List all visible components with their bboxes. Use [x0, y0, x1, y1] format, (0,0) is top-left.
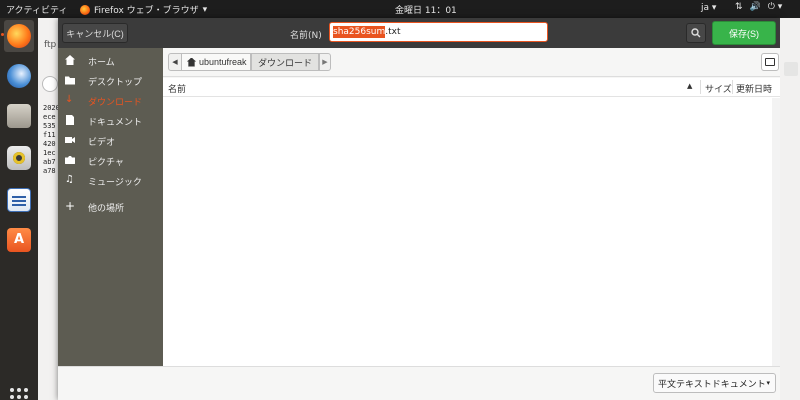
filename-input[interactable]: sha256sum .txt: [329, 22, 548, 42]
home-icon: [65, 55, 75, 65]
path-scroll-right-button[interactable]: ▶: [319, 53, 331, 71]
running-indicator: [1, 33, 4, 36]
column-header-row: 名前 ▲ サイズ 更新日時: [163, 78, 780, 97]
sidebar-item-label: 他の場所: [88, 204, 125, 214]
writer-icon: [7, 188, 31, 212]
files-icon: [7, 104, 31, 128]
show-applications-icon[interactable]: [10, 388, 28, 400]
dock-item-software[interactable]: [4, 224, 34, 256]
new-folder-icon: [765, 58, 775, 66]
search-icon: [691, 28, 701, 38]
app-menu-label: Firefox ウェブ・ブラウザ: [94, 6, 199, 16]
sidebar-item-downloads[interactable]: ↓ ダウンロード: [58, 90, 163, 110]
search-button[interactable]: [686, 23, 706, 43]
menu-icon[interactable]: [784, 62, 798, 76]
clock[interactable]: 金曜日 11：01: [395, 3, 457, 16]
filename-label: 名前(N): [290, 31, 322, 41]
column-header-size[interactable]: サイズ: [705, 82, 732, 95]
chevron-down-icon: ▾: [766, 379, 770, 387]
power-icon: ⏻ ▾: [767, 2, 783, 12]
file-list[interactable]: 名前 ▲ サイズ 更新日時: [163, 78, 780, 366]
breadcrumb-home[interactable]: ubuntufreak: [181, 53, 251, 71]
sidebar-item-label: ミュージック: [88, 178, 142, 188]
home-icon: [187, 57, 196, 67]
browser-tab-text: ftp: [44, 40, 57, 50]
dock-item-writer[interactable]: [4, 184, 34, 216]
cancel-button[interactable]: キャンセル(C): [62, 23, 128, 43]
sidebar-item-label: デスクトップ: [88, 78, 143, 88]
file-type-filter-select[interactable]: 平文テキストドキュメント ▾: [653, 373, 776, 393]
column-divider[interactable]: [700, 80, 701, 94]
system-tray[interactable]: ⇅ 🔊 ⏻ ▾: [735, 2, 782, 12]
dock-item-thunderbird[interactable]: [4, 60, 34, 92]
volume-icon: 🔊: [749, 2, 761, 12]
file-type-filter-value: 平文テキストドキュメント: [658, 379, 766, 390]
chevron-down-icon: ▾: [202, 4, 208, 15]
sidebar-item-pictures[interactable]: ピクチャ: [58, 150, 163, 170]
thunderbird-icon: [7, 64, 31, 88]
sidebar-item-label: ピクチャ: [88, 158, 124, 168]
dialog-footer: 平文テキストドキュメント ▾: [58, 366, 780, 400]
camera-icon: [65, 156, 75, 164]
places-sidebar: ホーム デスクトップ ↓ ダウンロード ドキュメント ビデオ ピクチャ ♫ ミュ…: [58, 48, 163, 366]
firefox-icon: [7, 24, 31, 48]
activities-button[interactable]: アクティビティ: [6, 3, 67, 16]
dock: [0, 18, 38, 400]
download-icon: ↓: [65, 94, 74, 105]
sort-ascending-icon: ▲: [687, 82, 693, 90]
plus-icon: +: [65, 199, 76, 213]
firefox-icon: [80, 4, 90, 15]
save-file-dialog: キャンセル(C) 名前(N) sha256sum .txt 保存(S) ホーム …: [58, 18, 780, 400]
column-header-modified[interactable]: 更新日時: [736, 82, 772, 95]
sidebar-item-videos[interactable]: ビデオ: [58, 130, 163, 150]
filename-selected-text: sha256sum: [333, 26, 386, 38]
sidebar-item-label: ドキュメント: [88, 118, 143, 128]
sidebar-item-label: ビデオ: [88, 138, 116, 148]
dock-item-rhythmbox[interactable]: [4, 142, 34, 174]
breadcrumb-downloads[interactable]: ダウンロード: [251, 53, 319, 71]
file-list-scrollbar[interactable]: [772, 98, 780, 366]
network-icon: ⇅: [735, 2, 743, 12]
background-window-edge: [780, 18, 800, 400]
dialog-headerbar: キャンセル(C) 名前(N) sha256sum .txt 保存(S): [58, 18, 780, 48]
desktop-icon: [65, 76, 75, 85]
document-icon: [66, 115, 74, 125]
filename-extension: .txt: [385, 27, 401, 37]
create-folder-button[interactable]: [761, 53, 779, 71]
sidebar-item-label: ホーム: [88, 58, 115, 68]
top-panel: アクティビティ Firefox ウェブ・ブラウザ ▾ 金曜日 11：01 ja …: [0, 0, 800, 18]
sidebar-item-music[interactable]: ♫ ミュージック: [58, 170, 163, 190]
rhythmbox-icon: [7, 146, 31, 170]
background-browser-window: ftp 2020 ece 535 f11 420 1ec ab7 a78: [38, 18, 60, 400]
sidebar-item-desktop[interactable]: デスクトップ: [58, 70, 163, 90]
sidebar-item-other-locations[interactable]: + 他の場所: [58, 196, 163, 216]
column-header-name[interactable]: 名前: [168, 82, 186, 95]
video-icon: [65, 137, 75, 143]
save-button[interactable]: 保存(S): [712, 21, 776, 45]
sidebar-item-label: ダウンロード: [88, 98, 143, 108]
software-icon: [7, 228, 31, 252]
breadcrumb-home-label: ubuntufreak: [199, 57, 247, 67]
language-selector[interactable]: ja ▾: [701, 3, 716, 13]
app-menu[interactable]: Firefox ウェブ・ブラウザ ▾: [80, 3, 207, 16]
sidebar-item-home[interactable]: ホーム: [58, 50, 163, 70]
column-divider[interactable]: [732, 80, 733, 94]
back-button[interactable]: [42, 76, 58, 92]
sidebar-item-documents[interactable]: ドキュメント: [58, 110, 163, 130]
music-icon: ♫: [65, 174, 74, 185]
path-scroll-left-button[interactable]: ◀: [168, 53, 182, 71]
dock-item-firefox[interactable]: [1, 20, 34, 52]
dock-item-files[interactable]: [4, 100, 34, 132]
path-bar: ◀ ubuntufreak ダウンロード ▶: [163, 48, 780, 77]
